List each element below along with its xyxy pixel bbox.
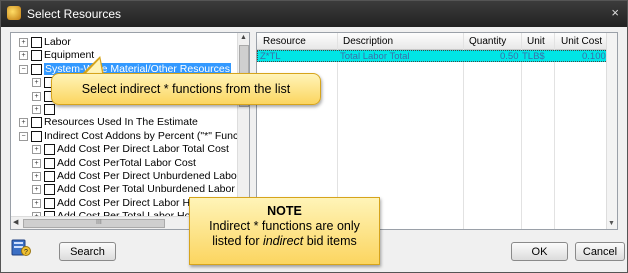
checkbox[interactable] [44, 184, 55, 196]
note-line-1: Indirect * functions are only [209, 219, 360, 233]
title-bar[interactable]: Select Resources × [1, 1, 627, 27]
tree-vertical-scrollbar[interactable]: ▲▼ [237, 33, 249, 218]
scroll-up-icon[interactable]: ▲ [239, 34, 248, 43]
tree-item-label: Add Cost Per Direct Labor Hours [57, 196, 211, 209]
expand-icon[interactable]: + [32, 91, 41, 101]
column-divider [554, 33, 555, 229]
expand-icon[interactable]: + [32, 172, 41, 181]
tree-item-label: Add Cost Per Direct Unburdened Labor Cos… [57, 170, 250, 182]
cell-resource: Z*TL [260, 51, 281, 62]
column-divider [463, 33, 464, 229]
scroll-grip: III [96, 219, 102, 226]
expand-icon[interactable]: + [19, 118, 28, 128]
expand-icon[interactable]: + [19, 51, 28, 61]
tree-item-label: Labor [44, 36, 71, 48]
note-box: NOTE Indirect * functions are only liste… [189, 197, 380, 265]
checkbox[interactable] [31, 63, 42, 75]
help-icon[interactable]: ? [11, 237, 31, 257]
window-title: Select Resources [27, 7, 122, 21]
column-divider [521, 33, 522, 229]
expand-icon[interactable]: + [32, 185, 41, 195]
grid-header: Resource Description Quantity Unit Unit … [257, 33, 617, 50]
tree-item-label: Add Cost PerTotal Labor Cost [57, 156, 196, 169]
expand-icon[interactable]: + [32, 78, 41, 88]
select-resources-dialog: Select Resources × + Labor + Equipment − Syst… [0, 0, 628, 273]
checkbox[interactable] [31, 37, 42, 48]
tree-item-label: Add Cost Per Direct Labor Total Cost [57, 143, 229, 156]
column-header-unit[interactable]: Unit [527, 36, 545, 47]
ok-button[interactable]: OK [511, 242, 568, 261]
tree-item-label: Resources Used In The Estimate [44, 116, 198, 129]
note-line-2: listed for indirect bid items [212, 234, 357, 248]
cell-quantity: 0.50 [500, 51, 519, 62]
cancel-button[interactable]: Cancel [575, 242, 625, 261]
column-header-quantity[interactable]: Quantity [469, 36, 506, 47]
column-header-resource[interactable]: Resource [263, 36, 306, 47]
column-header-unit-cost[interactable]: Unit Cost [561, 36, 602, 47]
scroll-thumb[interactable]: III [23, 219, 165, 228]
checkbox[interactable] [44, 144, 55, 156]
table-row[interactable]: Z*TL Total Labor Total 0.50 TLB$ 0.1000 [257, 50, 616, 62]
svg-text:?: ? [24, 249, 28, 256]
cell-description: Total Labor Total [340, 51, 410, 62]
checkbox[interactable] [31, 50, 42, 62]
checkbox[interactable] [44, 157, 55, 169]
checkbox[interactable] [44, 197, 55, 209]
checkbox[interactable] [31, 130, 42, 142]
note-title: NOTE [267, 204, 302, 218]
app-icon [7, 6, 21, 20]
expand-icon[interactable]: + [32, 105, 41, 114]
expand-icon[interactable]: + [32, 198, 41, 208]
scroll-down-icon[interactable]: ▼ [608, 220, 615, 227]
collapse-icon[interactable]: − [19, 131, 28, 141]
instruction-callout: Select indirect * functions from the lis… [51, 73, 321, 105]
tree-item-label: Add Cost Per Total Unburdened Labor Cost [57, 183, 250, 196]
checkbox[interactable] [44, 104, 55, 115]
expand-icon[interactable]: + [19, 38, 28, 47]
tree-item-label: Indirect Cost Addons by Percent ("*" Fun… [44, 129, 250, 142]
checkbox[interactable] [44, 171, 55, 182]
checkbox[interactable] [31, 117, 42, 129]
cell-unit: TLB$ [522, 51, 545, 62]
close-icon[interactable]: × [611, 5, 619, 20]
expand-icon[interactable]: + [32, 158, 41, 168]
tree-item-label: Equipment [44, 49, 95, 62]
expand-icon[interactable]: + [32, 145, 41, 155]
search-button[interactable]: Search [59, 242, 116, 261]
collapse-icon[interactable]: − [19, 64, 28, 74]
column-header-description[interactable]: Description [343, 36, 393, 47]
scroll-left-icon[interactable]: ◀ [13, 218, 18, 226]
grid-scrollbar[interactable]: ▼ [606, 33, 617, 229]
